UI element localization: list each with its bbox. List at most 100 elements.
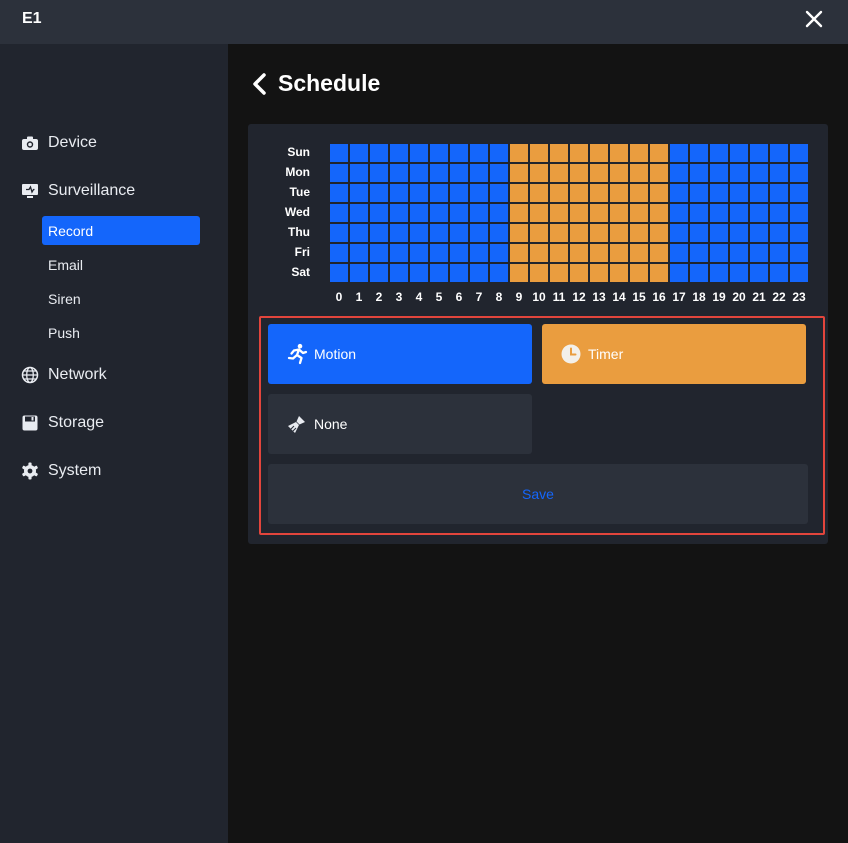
schedule-cell[interactable] — [430, 244, 448, 262]
schedule-cell[interactable] — [490, 204, 508, 222]
schedule-cell[interactable] — [350, 144, 368, 162]
timer-mode-button[interactable]: Timer — [542, 324, 806, 384]
schedule-cell[interactable] — [550, 204, 568, 222]
schedule-cell[interactable] — [750, 164, 768, 182]
schedule-cell[interactable] — [470, 224, 488, 242]
schedule-cell[interactable] — [730, 184, 748, 202]
schedule-cell[interactable] — [690, 264, 708, 282]
schedule-cell[interactable] — [790, 144, 808, 162]
schedule-cell[interactable] — [630, 164, 648, 182]
schedule-cell[interactable] — [450, 264, 468, 282]
schedule-cell[interactable] — [570, 264, 588, 282]
schedule-cell[interactable] — [490, 184, 508, 202]
schedule-cell[interactable] — [530, 264, 548, 282]
schedule-cell[interactable] — [490, 264, 508, 282]
schedule-cell[interactable] — [610, 164, 628, 182]
schedule-cell[interactable] — [390, 184, 408, 202]
schedule-cell[interactable] — [390, 224, 408, 242]
schedule-cell[interactable] — [330, 244, 348, 262]
schedule-cell[interactable] — [390, 244, 408, 262]
schedule-cell[interactable] — [770, 144, 788, 162]
schedule-cell[interactable] — [670, 244, 688, 262]
schedule-cell[interactable] — [550, 244, 568, 262]
schedule-cell[interactable] — [550, 224, 568, 242]
schedule-cell[interactable] — [350, 244, 368, 262]
schedule-cell[interactable] — [770, 264, 788, 282]
schedule-cell[interactable] — [470, 144, 488, 162]
schedule-cell[interactable] — [710, 244, 728, 262]
schedule-cell[interactable] — [370, 264, 388, 282]
schedule-cell[interactable] — [410, 184, 428, 202]
schedule-cell[interactable] — [690, 244, 708, 262]
schedule-cell[interactable] — [690, 164, 708, 182]
schedule-cell[interactable] — [550, 164, 568, 182]
schedule-cell[interactable] — [590, 184, 608, 202]
sidebar-subitem-siren[interactable]: Siren — [42, 284, 200, 313]
schedule-cell[interactable] — [610, 244, 628, 262]
schedule-cell[interactable] — [790, 164, 808, 182]
schedule-cell[interactable] — [410, 144, 428, 162]
schedule-cell[interactable] — [390, 204, 408, 222]
schedule-cell[interactable] — [690, 204, 708, 222]
schedule-cell[interactable] — [430, 224, 448, 242]
schedule-cell[interactable] — [630, 264, 648, 282]
schedule-cell[interactable] — [550, 264, 568, 282]
schedule-cell[interactable] — [450, 144, 468, 162]
schedule-cell[interactable] — [510, 264, 528, 282]
schedule-cell[interactable] — [630, 224, 648, 242]
schedule-cell[interactable] — [650, 224, 668, 242]
schedule-cell[interactable] — [490, 244, 508, 262]
schedule-cell[interactable] — [790, 204, 808, 222]
close-icon[interactable] — [800, 6, 828, 34]
schedule-cell[interactable] — [530, 144, 548, 162]
schedule-cell[interactable] — [650, 204, 668, 222]
schedule-cell[interactable] — [470, 204, 488, 222]
schedule-cell[interactable] — [510, 184, 528, 202]
schedule-cell[interactable] — [330, 164, 348, 182]
schedule-cell[interactable] — [670, 204, 688, 222]
schedule-cell[interactable] — [730, 164, 748, 182]
schedule-cell[interactable] — [710, 204, 728, 222]
schedule-cell[interactable] — [710, 164, 728, 182]
schedule-cell[interactable] — [590, 244, 608, 262]
schedule-cell[interactable] — [490, 144, 508, 162]
schedule-cell[interactable] — [430, 144, 448, 162]
schedule-cell[interactable] — [650, 184, 668, 202]
back-chevron-icon[interactable] — [250, 72, 270, 96]
schedule-cell[interactable] — [550, 144, 568, 162]
schedule-cell[interactable] — [350, 224, 368, 242]
schedule-cell[interactable] — [770, 244, 788, 262]
schedule-cell[interactable] — [330, 224, 348, 242]
schedule-cell[interactable] — [390, 264, 408, 282]
schedule-cell[interactable] — [630, 144, 648, 162]
schedule-cell[interactable] — [590, 144, 608, 162]
schedule-cell[interactable] — [710, 144, 728, 162]
schedule-cell[interactable] — [530, 224, 548, 242]
schedule-cell[interactable] — [510, 224, 528, 242]
schedule-cell[interactable] — [570, 224, 588, 242]
schedule-cell[interactable] — [390, 144, 408, 162]
schedule-cell[interactable] — [730, 224, 748, 242]
schedule-cell[interactable] — [750, 224, 768, 242]
schedule-cell[interactable] — [350, 264, 368, 282]
sidebar-item-surveillance[interactable]: Surveillance — [20, 177, 135, 205]
schedule-cell[interactable] — [450, 164, 468, 182]
schedule-cell[interactable] — [730, 264, 748, 282]
schedule-cell[interactable] — [670, 164, 688, 182]
schedule-cell[interactable] — [350, 184, 368, 202]
schedule-cell[interactable] — [710, 224, 728, 242]
schedule-cell[interactable] — [450, 224, 468, 242]
schedule-cell[interactable] — [710, 264, 728, 282]
schedule-cell[interactable] — [450, 204, 468, 222]
schedule-cell[interactable] — [370, 244, 388, 262]
schedule-cell[interactable] — [330, 184, 348, 202]
schedule-cell[interactable] — [790, 224, 808, 242]
schedule-cell[interactable] — [770, 204, 788, 222]
schedule-cell[interactable] — [530, 244, 548, 262]
schedule-cell[interactable] — [590, 224, 608, 242]
schedule-cell[interactable] — [370, 204, 388, 222]
schedule-cell[interactable] — [710, 184, 728, 202]
schedule-cell[interactable] — [610, 184, 628, 202]
schedule-cell[interactable] — [430, 204, 448, 222]
schedule-cell[interactable] — [730, 244, 748, 262]
